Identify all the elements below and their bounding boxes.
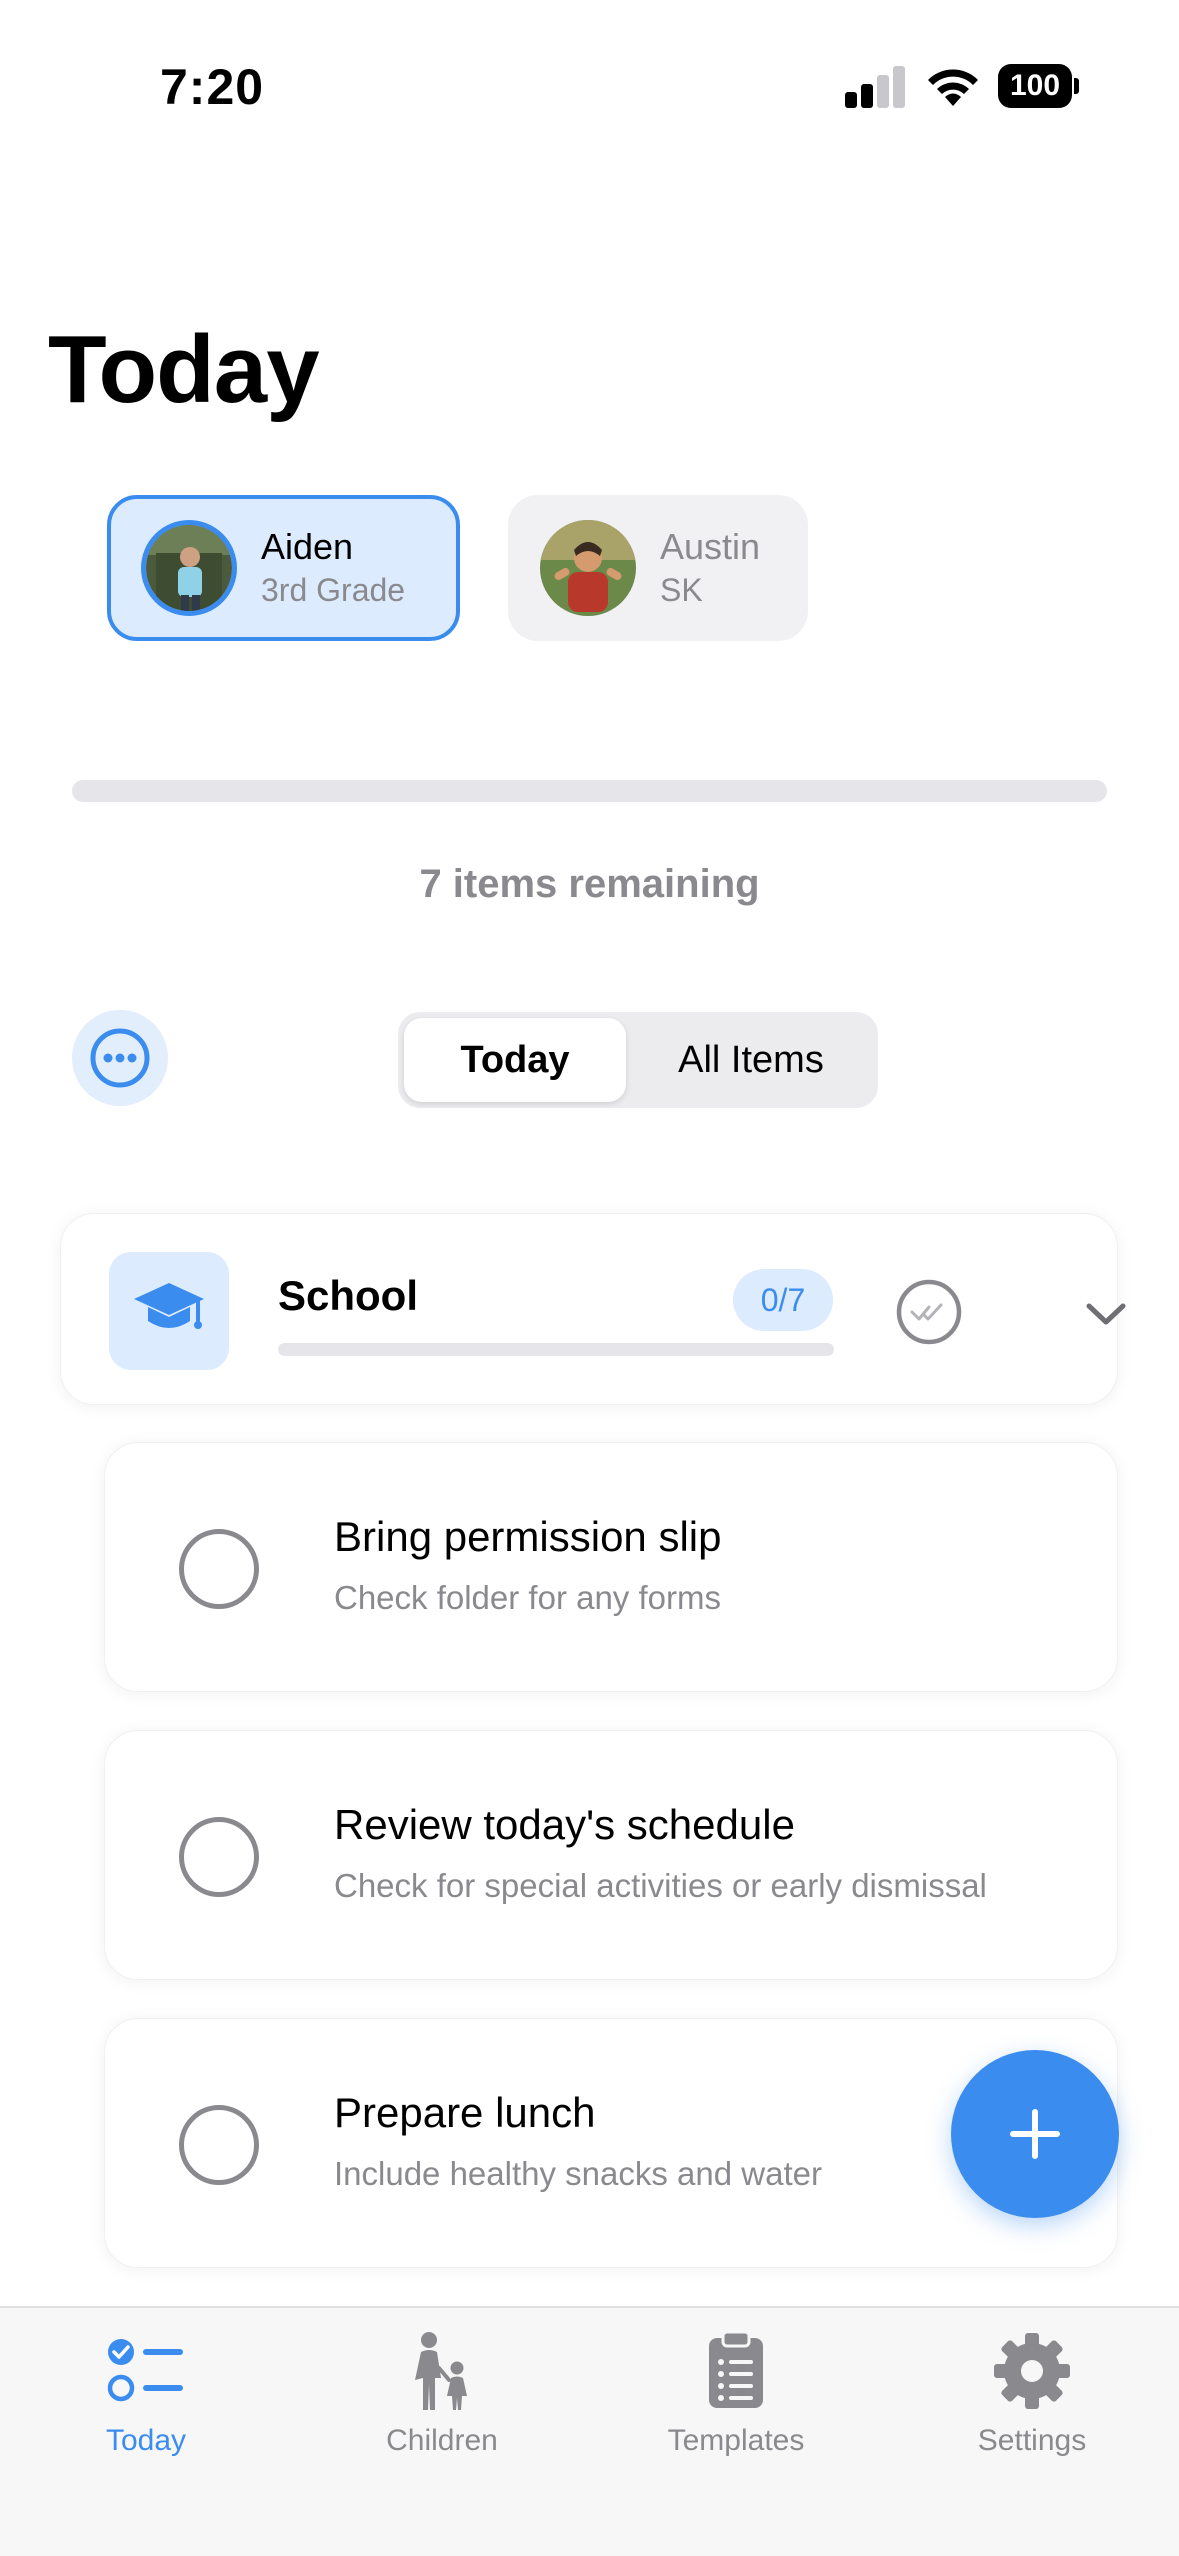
wifi-icon — [928, 69, 978, 106]
child-name: Aiden — [261, 526, 354, 567]
gear-icon — [994, 2333, 1070, 2409]
child-grade: 3rd Grade — [261, 572, 406, 608]
overall-progress-bar — [72, 780, 1107, 802]
tab-templates[interactable]: Templates — [626, 2328, 846, 2458]
category-count-badge: 0/7 — [733, 1269, 833, 1331]
task-checkbox[interactable] — [179, 1817, 259, 1897]
more-options-button[interactable] — [72, 1010, 168, 1106]
complete-all-icon[interactable] — [895, 1278, 963, 1346]
tab-settings[interactable]: Settings — [922, 2328, 1142, 2458]
items-remaining-text: 7 items remaining — [419, 862, 760, 906]
task-subtitle: Include healthy snacks and water — [334, 2155, 822, 2192]
clipboard-icon — [709, 2330, 763, 2408]
cellular-signal-icon — [845, 66, 907, 108]
tab-label: Today — [105, 2424, 187, 2457]
chevron-down-icon[interactable] — [1083, 1296, 1129, 1330]
child-grade: SK — [660, 572, 703, 608]
tab-bar: Today Children Templates Settings — [0, 2306, 1179, 2556]
task-checkbox[interactable] — [179, 1529, 259, 1609]
task-title: Bring permission slip — [334, 1513, 722, 1560]
segment-all-items[interactable]: All Items — [630, 1018, 872, 1102]
child-card-aiden[interactable]: Aiden 3rd Grade — [107, 495, 460, 641]
parent-child-icon — [415, 2332, 467, 2410]
task-card[interactable]: Bring permission slip Check folder for a… — [104, 1442, 1118, 1692]
page-title: Today — [48, 316, 320, 423]
task-title: Review today's schedule — [334, 1801, 795, 1848]
graduation-cap-icon — [109, 1252, 229, 1370]
task-card[interactable]: Review today's schedule Check for specia… — [104, 1730, 1118, 1980]
child-card-austin[interactable]: Austin SK — [508, 495, 808, 641]
category-card-school[interactable]: School 0/7 — [60, 1213, 1126, 1405]
status-time: 7:20 — [160, 59, 265, 115]
avatar — [540, 520, 636, 616]
task-title: Prepare lunch — [334, 2089, 596, 2136]
child-name: Austin — [660, 526, 761, 567]
tab-today[interactable]: Today — [36, 2328, 256, 2458]
task-subtitle: Check folder for any forms — [334, 1579, 721, 1616]
add-item-button[interactable] — [951, 2050, 1119, 2218]
tab-label: Children — [386, 2424, 498, 2457]
ellipsis-circle-icon — [90, 1028, 150, 1088]
battery-icon: 100 — [998, 64, 1079, 108]
task-subtitle: Check for special activities or early di… — [334, 1867, 987, 1904]
view-segmented-control: Today All Items — [398, 1012, 878, 1108]
task-checkbox[interactable] — [179, 2105, 259, 2185]
category-title: School — [278, 1272, 419, 1319]
avatar — [141, 520, 237, 616]
tab-children[interactable]: Children — [332, 2328, 552, 2458]
segment-today[interactable]: Today — [404, 1018, 626, 1102]
battery-level: 100 — [998, 64, 1072, 108]
checklist-icon — [107, 2339, 183, 2402]
status-bar: 7:20 100 — [0, 0, 1179, 170]
category-progress-bar — [278, 1343, 834, 1356]
tab-label: Templates — [667, 2424, 805, 2457]
plus-icon — [1010, 2109, 1060, 2159]
tab-label: Settings — [977, 2424, 1087, 2457]
